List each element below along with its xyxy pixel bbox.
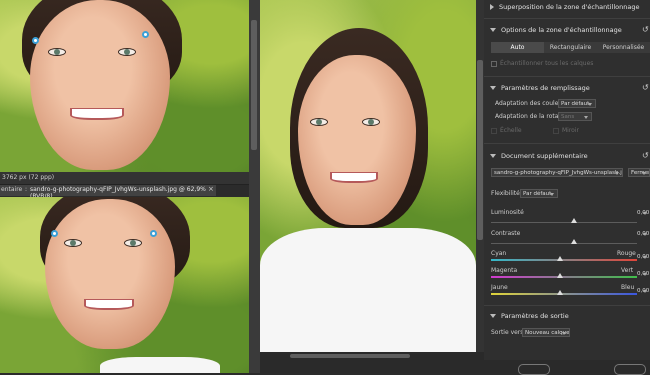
contrast-track[interactable] — [491, 243, 637, 244]
panel-footer — [484, 360, 650, 375]
divider — [484, 76, 650, 77]
sampling-tabs: Auto Rectangulaire Personnalisée — [491, 42, 650, 53]
right-eye — [118, 48, 136, 56]
document-size: 3762 px (72 ppp) — [2, 174, 55, 181]
color-adapt-label: Adaptation des couleurs — [495, 100, 568, 107]
tab-separator: : — [25, 186, 28, 193]
color-adapt-dropdown[interactable]: Par défaut — [558, 99, 596, 108]
extra-document-section[interactable]: Document supplémentaire ↺ — [484, 151, 650, 160]
brightness-track[interactable] — [491, 222, 637, 223]
sampling-section[interactable]: Options de la zone d'échantillonnage ↺ — [484, 25, 650, 34]
tab-prefix: entaire — [1, 186, 23, 193]
brightness-label: Luminosité — [491, 209, 524, 216]
flex-label: Flexibilité — [491, 190, 520, 197]
mouth — [84, 299, 134, 310]
yellow-blue-knob[interactable] — [557, 290, 563, 295]
cyan-red-track[interactable] — [491, 259, 637, 261]
reset-icon[interactable]: ↺ — [642, 83, 649, 92]
main-hscroll-thumb[interactable] — [290, 354, 410, 358]
mouth — [330, 172, 378, 183]
right-eye — [124, 239, 142, 247]
brightness-value[interactable]: 0,00 — [637, 209, 650, 218]
sample-all-layers-label: Échantillonner tous les calques — [500, 60, 594, 67]
reset-icon[interactable]: ↺ — [642, 25, 649, 34]
tab-rectangular[interactable]: Rectangulaire — [544, 42, 597, 53]
green-label: Vert — [621, 267, 634, 274]
flex-dropdown[interactable]: Par défaut — [520, 189, 558, 198]
left-scrollbar-thumb[interactable] — [251, 20, 257, 150]
source-photo-top[interactable] — [0, 0, 249, 172]
face — [30, 0, 170, 170]
left-eye — [310, 118, 328, 126]
tab-close-icon[interactable]: × — [208, 185, 214, 193]
fill-section[interactable]: Paramètres de remplissage ↺ — [484, 83, 650, 92]
main-vertical-scrollbar[interactable] — [476, 0, 484, 352]
left-eye — [48, 48, 66, 56]
magenta-green-value[interactable]: 0,00 — [637, 270, 650, 279]
scale-checkbox[interactable] — [491, 128, 497, 134]
divider — [484, 143, 650, 144]
document-info-bar: 3762 px (72 ppp) — [0, 172, 249, 185]
mirror-label: Miroir — [562, 127, 579, 134]
output-label: Sortie vers — [491, 329, 524, 336]
output-dropdown[interactable]: Nouveau calque — [522, 328, 570, 337]
yellow-blue-value[interactable]: 0,00 — [637, 287, 650, 296]
tab-auto[interactable]: Auto — [491, 42, 544, 53]
expand-icon[interactable] — [490, 154, 496, 158]
footer-button-ok[interactable] — [518, 364, 550, 375]
document-select[interactable]: sandro-g-photography-qFIP_JvhgWs-unsplas… — [491, 168, 623, 177]
divider — [484, 18, 650, 19]
expand-icon[interactable] — [490, 28, 496, 32]
expand-icon[interactable] — [490, 86, 496, 90]
sample-point-right[interactable] — [150, 230, 157, 237]
collapse-icon[interactable] — [490, 4, 494, 10]
overlay-section[interactable]: Superposition de la zone d'échantillonna… — [484, 3, 650, 11]
left-eye — [64, 239, 82, 247]
magenta-label: Magenta — [491, 267, 518, 274]
expand-icon[interactable] — [490, 314, 496, 318]
contrast-knob[interactable] — [571, 239, 577, 244]
scale-label: Échelle — [500, 127, 522, 134]
yellow-blue-track[interactable] — [491, 293, 637, 295]
red-label: Rouge — [617, 250, 636, 257]
contrast-label: Contraste — [491, 230, 521, 237]
face — [298, 55, 416, 225]
footer-button-cancel[interactable] — [614, 364, 646, 375]
main-horizontal-scrollbar[interactable] — [260, 352, 484, 373]
source-photo-bottom[interactable] — [0, 197, 249, 373]
output-section[interactable]: Paramètres de sortie — [484, 312, 650, 320]
magenta-green-knob[interactable] — [557, 273, 563, 278]
divider — [484, 305, 650, 306]
document-tab[interactable]: entaire : sandro-g-photography-qFIP_Jvhg… — [0, 185, 216, 200]
shirt — [260, 228, 476, 352]
sample-all-layers-checkbox[interactable] — [491, 61, 497, 67]
brightness-knob[interactable] — [571, 218, 577, 223]
main-scrollbar-thumb[interactable] — [477, 60, 483, 240]
mirror-checkbox[interactable] — [553, 128, 559, 134]
tab-custom[interactable]: Personnalisée — [597, 42, 650, 53]
blue-label: Bleu — [621, 284, 635, 291]
yellow-label: Jaune — [491, 284, 508, 291]
close-document-button[interactable]: Fermer — [628, 168, 650, 177]
sample-point-right[interactable] — [142, 31, 149, 38]
cyan-label: Cyan — [491, 250, 507, 257]
sample-point-left[interactable] — [32, 37, 39, 44]
cyan-red-value[interactable]: 0,00 — [637, 253, 650, 262]
main-canvas-photo[interactable] — [260, 0, 476, 352]
sample-point-left[interactable] — [51, 230, 58, 237]
reset-icon[interactable]: ↺ — [642, 151, 649, 160]
cyan-red-knob[interactable] — [557, 256, 563, 261]
face — [45, 199, 175, 349]
magenta-green-track[interactable] — [491, 276, 637, 278]
contrast-value[interactable]: 0,00 — [637, 230, 650, 239]
rotation-adapt-dropdown[interactable]: Sans — [558, 112, 592, 121]
mouth — [70, 108, 124, 120]
shirt — [100, 357, 220, 373]
right-eye — [362, 118, 380, 126]
